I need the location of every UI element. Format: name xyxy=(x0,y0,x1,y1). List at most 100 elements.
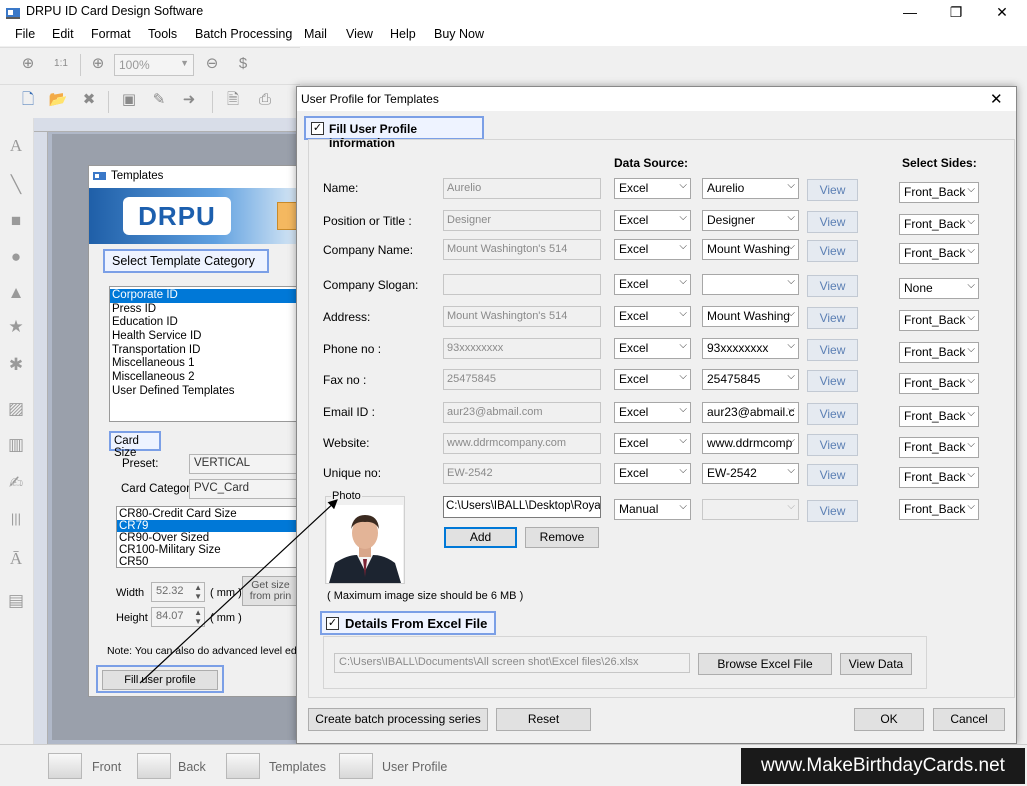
zoom-out-icon[interactable]: ⊖ xyxy=(201,53,223,75)
height-stepper[interactable]: 84.07 ▲ ▼ xyxy=(151,607,205,627)
excel-path-field[interactable]: C:\Users\IBALL\Documents\All screen shot… xyxy=(334,653,690,673)
view-button[interactable]: View xyxy=(807,370,858,392)
photo-source-combo[interactable]: Manual ⌵ xyxy=(614,499,691,520)
list-item[interactable]: CR50 xyxy=(117,556,298,568)
list-item[interactable]: Miscellaneous 1 xyxy=(110,357,298,371)
close-button[interactable]: ✕ xyxy=(979,0,1025,24)
list-item[interactable]: Press ID xyxy=(110,303,298,317)
field-value[interactable]: EW-2542 xyxy=(443,463,601,484)
view-button[interactable]: View xyxy=(807,339,858,361)
pin-tool-icon[interactable]: ✱ xyxy=(5,354,27,376)
photo-path-field[interactable]: C:\Users\IBALL\Desktop\Roya xyxy=(443,496,601,518)
ok-button[interactable]: OK xyxy=(854,708,924,731)
list-item[interactable]: Health Service ID xyxy=(110,330,298,344)
zoom-combo[interactable]: 100% ▼ xyxy=(114,54,194,76)
actual-size-icon[interactable]: 1:1 xyxy=(50,53,72,75)
photo-side-combo[interactable]: Front_Back ⌵ xyxy=(899,499,979,520)
view-button[interactable]: View xyxy=(807,464,858,486)
get-size-from-printer-button[interactable]: Get size from prin xyxy=(242,576,299,606)
column-combo[interactable]: Mount Washing ⌵ xyxy=(702,239,799,260)
menu-tools[interactable]: Tools xyxy=(148,27,177,41)
stepper-arrows-icon[interactable]: ▲ ▼ xyxy=(194,608,202,626)
card-category-combo[interactable]: PVC_Card xyxy=(189,479,299,499)
image-tool-icon[interactable]: ▨ xyxy=(5,398,27,420)
text-tool-icon[interactable]: A xyxy=(5,135,27,157)
menu-help[interactable]: Help xyxy=(390,27,416,41)
browse-excel-button[interactable]: Browse Excel File xyxy=(698,653,832,675)
fill-profile-checkbox[interactable]: ✓ xyxy=(311,122,324,135)
new-file-icon[interactable]: 🗋 xyxy=(17,89,39,111)
column-combo[interactable]: aur23@abmail.c ⌵ xyxy=(702,402,799,423)
list-item[interactable]: Education ID xyxy=(110,316,298,330)
field-value[interactable]: Mount Washington's 514 xyxy=(443,239,601,260)
photo-view-button[interactable]: View xyxy=(807,500,858,522)
view-button[interactable]: View xyxy=(807,403,858,425)
menu-buy-now[interactable]: Buy Now xyxy=(434,27,484,41)
menu-mail[interactable]: Mail xyxy=(304,27,327,41)
source-combo[interactable]: Excel ⌵ xyxy=(614,178,691,199)
side-combo[interactable]: None ⌵ xyxy=(899,278,979,299)
list-item[interactable]: CR100-Military Size xyxy=(117,544,298,556)
minimize-button[interactable]: — xyxy=(887,0,933,24)
side-combo[interactable]: Front_Back ⌵ xyxy=(899,437,979,458)
source-combo[interactable]: Excel ⌵ xyxy=(614,433,691,454)
column-combo[interactable]: Designer ⌵ xyxy=(702,210,799,231)
rectangle-tool-icon[interactable]: ■ xyxy=(5,210,27,232)
save-icon[interactable]: ▣ xyxy=(118,89,140,111)
maximize-button[interactable]: ❐ xyxy=(933,0,979,24)
list-item[interactable]: Corporate ID xyxy=(110,289,298,303)
create-batch-series-button[interactable]: Create batch processing series xyxy=(308,708,488,731)
column-combo[interactable]: EW-2542 ⌵ xyxy=(702,463,799,484)
list-item[interactable]: Miscellaneous 2 xyxy=(110,371,298,385)
column-combo[interactable]: ⌵ xyxy=(702,274,799,295)
field-value[interactable]: 93xxxxxxxx xyxy=(443,338,601,359)
line-tool-icon[interactable]: ╲ xyxy=(5,174,27,196)
field-value[interactable]: www.ddrmcompany.com xyxy=(443,433,601,454)
barcode-tool-icon[interactable]: ||| xyxy=(5,508,27,530)
add-photo-button[interactable]: Add xyxy=(444,527,517,548)
side-combo[interactable]: Front_Back ⌵ xyxy=(899,467,979,488)
template-category-list[interactable]: Corporate ID Press ID Education ID Healt… xyxy=(109,286,299,422)
side-combo[interactable]: Front_Back ⌵ xyxy=(899,182,979,203)
field-value[interactable] xyxy=(443,274,601,295)
list-item[interactable]: CR80-Credit Card Size xyxy=(117,508,298,520)
view-button[interactable]: View xyxy=(807,179,858,201)
preset-combo[interactable]: VERTICAL xyxy=(189,454,299,474)
cancel-button[interactable]: Cancel xyxy=(933,708,1005,731)
column-combo[interactable]: 25475845 ⌵ xyxy=(702,369,799,390)
photo-column-combo[interactable]: ⌵ xyxy=(702,499,799,520)
source-combo[interactable]: Excel ⌵ xyxy=(614,463,691,484)
signature-tool-icon[interactable]: ✍ xyxy=(5,472,27,494)
field-value[interactable]: 25475845 xyxy=(443,369,601,390)
menu-edit[interactable]: Edit xyxy=(52,27,74,41)
dollar-icon[interactable]: $ xyxy=(232,53,254,75)
side-combo[interactable]: Front_Back ⌵ xyxy=(899,243,979,264)
column-combo[interactable]: 93xxxxxxxx ⌵ xyxy=(702,338,799,359)
side-combo[interactable]: Front_Back ⌵ xyxy=(899,214,979,235)
close-file-icon[interactable]: ✖ xyxy=(78,89,100,111)
zoom-in-icon[interactable]: ⊕ xyxy=(87,53,109,75)
export-icon[interactable]: ➜ xyxy=(178,89,200,111)
list-item[interactable]: Transportation ID xyxy=(110,344,298,358)
view-button[interactable]: View xyxy=(807,240,858,262)
source-combo[interactable]: Excel ⌵ xyxy=(614,306,691,327)
list-item[interactable]: User Defined Templates xyxy=(110,385,298,399)
view-data-button[interactable]: View Data xyxy=(840,653,912,675)
watermark-tool-icon[interactable]: Ā xyxy=(5,548,27,570)
view-button[interactable]: View xyxy=(807,307,858,329)
menu-format[interactable]: Format xyxy=(91,27,131,41)
star-tool-icon[interactable]: ★ xyxy=(5,316,27,338)
card-tool-icon[interactable]: ▤ xyxy=(5,590,27,612)
field-value[interactable]: Mount Washington's 514 xyxy=(443,306,601,327)
field-value[interactable]: Designer xyxy=(443,210,601,231)
excel-file-checkbox[interactable]: ✓ xyxy=(326,617,339,630)
save-as-icon[interactable]: ✎ xyxy=(148,89,170,111)
side-combo[interactable]: Front_Back ⌵ xyxy=(899,342,979,363)
side-combo[interactable]: Front_Back ⌵ xyxy=(899,310,979,331)
triangle-tool-icon[interactable]: ▲ xyxy=(5,282,27,304)
fill-user-profile-button[interactable]: Fill user profile xyxy=(102,670,218,690)
view-button[interactable]: View xyxy=(807,211,858,233)
view-button[interactable]: View xyxy=(807,275,858,297)
ellipse-tool-icon[interactable]: ● xyxy=(5,246,27,268)
width-stepper[interactable]: 52.32 ▲ ▼ xyxy=(151,582,205,602)
